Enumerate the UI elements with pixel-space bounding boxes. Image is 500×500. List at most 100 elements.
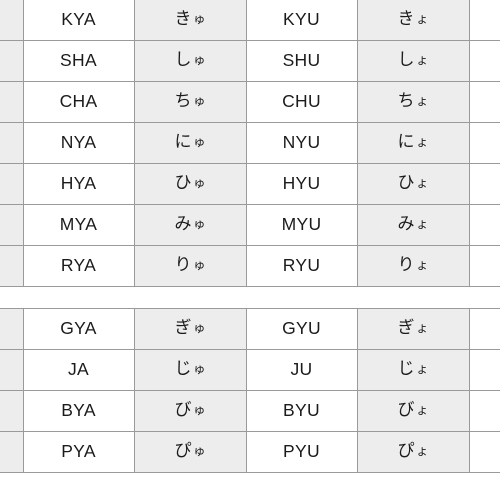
kana-yo-cell[interactable]: じょ	[356, 349, 470, 391]
romaji-ya-label: CHA	[59, 90, 98, 111]
kana-yo-cell[interactable]: ひょ	[356, 163, 470, 205]
kana-yo-cell[interactable]: りょ	[356, 245, 470, 287]
row-edge-right-cell	[468, 122, 500, 164]
romaji-yu-cell[interactable]: BYU	[245, 390, 358, 432]
row-edge-right-cell	[468, 431, 500, 473]
row-edge-left-cell	[0, 308, 24, 350]
voiced-yoon-table: GYA ぎゅ GYU ぎょ JA じゅ JU じ ょ BYA び ゅ BYU び…	[0, 308, 500, 473]
romaji-ya-label: SHA	[60, 49, 97, 70]
table-row[interactable]: RYA りゅ RYU りょ	[0, 245, 500, 287]
kana-yo-label: びょ	[397, 400, 429, 420]
romaji-yu-cell[interactable]: RYU	[245, 245, 358, 287]
row-edge-left-cell	[0, 204, 24, 246]
romaji-ya-cell[interactable]: RYA	[22, 245, 135, 287]
kana-yu-cell[interactable]: りゅ	[133, 245, 247, 287]
kana-yu-cell[interactable]: ぎゅ	[133, 308, 247, 350]
kana-yo-cell[interactable]: ぴょ	[356, 431, 470, 473]
romaji-ya-cell[interactable]: PYA	[22, 431, 135, 473]
romaji-yu-label: BYU	[283, 399, 320, 420]
kana-yu-cell[interactable]: ひゅ	[133, 163, 247, 205]
kana-yo-cell[interactable]: びょ	[356, 390, 470, 432]
kana-yu-cell[interactable]: びゅ	[133, 390, 247, 432]
table-row[interactable]: GYA ぎゅ GYU ぎょ	[0, 308, 500, 350]
romaji-ya-label: JA	[67, 358, 90, 379]
romaji-yu-label: RYU	[282, 254, 321, 275]
row-edge-right-cell	[468, 40, 500, 82]
romaji-yu-label: PYU	[283, 440, 320, 461]
kana-yu-label: みゅ	[174, 214, 206, 234]
kana-yo-cell[interactable]: ちょ	[356, 81, 470, 123]
kana-yo-cell[interactable]: ぎょ	[356, 308, 470, 350]
romaji-ya-cell[interactable]: MYA	[22, 204, 135, 246]
romaji-ya-label: BYA	[61, 399, 96, 420]
kana-yo-cell[interactable]: しょ	[356, 40, 470, 82]
row-edge-left-cell	[0, 40, 24, 82]
kana-yu-cell[interactable]: じゅ	[133, 349, 247, 391]
romaji-ya-label: RYA	[60, 254, 97, 275]
romaji-yu-cell[interactable]: NYU	[245, 122, 358, 164]
kana-yu-cell[interactable]: きゅ	[133, 0, 247, 41]
romaji-yu-cell[interactable]: GYU	[245, 308, 358, 350]
kana-yu-cell[interactable]: ちゅ	[133, 81, 247, 123]
romaji-yu-cell[interactable]: JU	[245, 349, 358, 391]
romaji-ya-cell[interactable]: JA	[22, 349, 135, 391]
row-edge-left-cell	[0, 0, 24, 41]
romaji-yu-cell[interactable]: PYU	[245, 431, 358, 473]
romaji-yu-cell[interactable]: CHU	[245, 81, 358, 123]
romaji-ya-cell[interactable]: HYA	[22, 163, 135, 205]
romaji-ya-cell[interactable]: NYA	[22, 122, 135, 164]
row-edge-right-cell	[468, 349, 500, 391]
kana-yo-cell[interactable]: みょ	[356, 204, 470, 246]
kana-yu-label: びゅ	[174, 400, 206, 420]
romaji-yu-label: CHU	[282, 90, 321, 111]
romaji-yu-cell[interactable]: HYU	[245, 163, 358, 205]
romaji-yu-label: GYU	[282, 317, 321, 338]
table-row[interactable]: NYA にゅ NYU にょ	[0, 122, 500, 164]
romaji-ya-label: KYA	[61, 8, 96, 29]
romaji-ya-label: NYA	[60, 131, 97, 152]
table-row[interactable]: CHA ちゅ CHU ちょ	[0, 81, 500, 123]
table-separator-gap	[0, 287, 500, 308]
table-row[interactable]: SHA しゅ SHU しょ	[0, 40, 500, 82]
table-row[interactable]: HYA ひゅ HYU ひょ	[0, 163, 500, 205]
kana-yo-cell[interactable]: にょ	[356, 122, 470, 164]
kana-yu-cell[interactable]: ぴゅ	[133, 431, 247, 473]
kana-yo-label: ぎょ	[397, 318, 429, 338]
row-edge-left-cell	[0, 245, 24, 287]
kana-yo-label: じょ	[397, 359, 429, 379]
table-row[interactable]: BYA びゅ BYU びょ	[0, 390, 500, 432]
kana-yu-label: しゅ	[174, 50, 206, 70]
kana-yo-label: みょ	[397, 214, 429, 234]
romaji-ya-cell[interactable]: GYA	[22, 308, 135, 350]
kana-yu-label: りゅ	[174, 255, 206, 275]
kana-yo-label: きょ	[397, 9, 429, 29]
romaji-yu-label: KYU	[283, 8, 320, 29]
kana-yo-cell[interactable]: きょ	[356, 0, 470, 41]
romaji-ya-label: HYA	[60, 172, 97, 193]
romaji-ya-cell[interactable]: SHA	[22, 40, 135, 82]
romaji-ya-cell[interactable]: KYA	[22, 0, 135, 41]
kana-yu-cell[interactable]: にゅ	[133, 122, 247, 164]
romaji-yu-cell[interactable]: MYU	[245, 204, 358, 246]
romaji-yu-label: NYU	[282, 131, 321, 152]
row-edge-left-cell	[0, 349, 24, 391]
kana-yu-label: にゅ	[174, 132, 206, 152]
romaji-yu-cell[interactable]: KYU	[245, 0, 358, 41]
table-row[interactable]: KYA きゅ KYU きょ	[0, 0, 500, 41]
row-edge-right-cell	[468, 0, 500, 41]
romaji-yu-label: MYU	[281, 213, 322, 234]
kana-yo-label: りょ	[397, 255, 429, 275]
kana-yu-cell[interactable]: みゅ	[133, 204, 247, 246]
row-edge-right-cell	[468, 308, 500, 350]
romaji-ya-cell[interactable]: BYA	[22, 390, 135, 432]
table-row[interactable]: JA じゅ JU じょ	[0, 349, 500, 391]
table-row[interactable]: PYA ぴゅ PYU ぴょ	[0, 431, 500, 473]
romaji-yu-cell[interactable]: SHU	[245, 40, 358, 82]
romaji-ya-cell[interactable]: CHA	[22, 81, 135, 123]
kana-yu-cell[interactable]: しゅ	[133, 40, 247, 82]
row-edge-right-cell	[468, 204, 500, 246]
romaji-ya-label: PYA	[61, 440, 96, 461]
table-row[interactable]: MYA みゅ MYU みょ	[0, 204, 500, 246]
kana-yo-label: ひょ	[397, 173, 429, 193]
kana-yu-label: ちゅ	[174, 91, 206, 111]
